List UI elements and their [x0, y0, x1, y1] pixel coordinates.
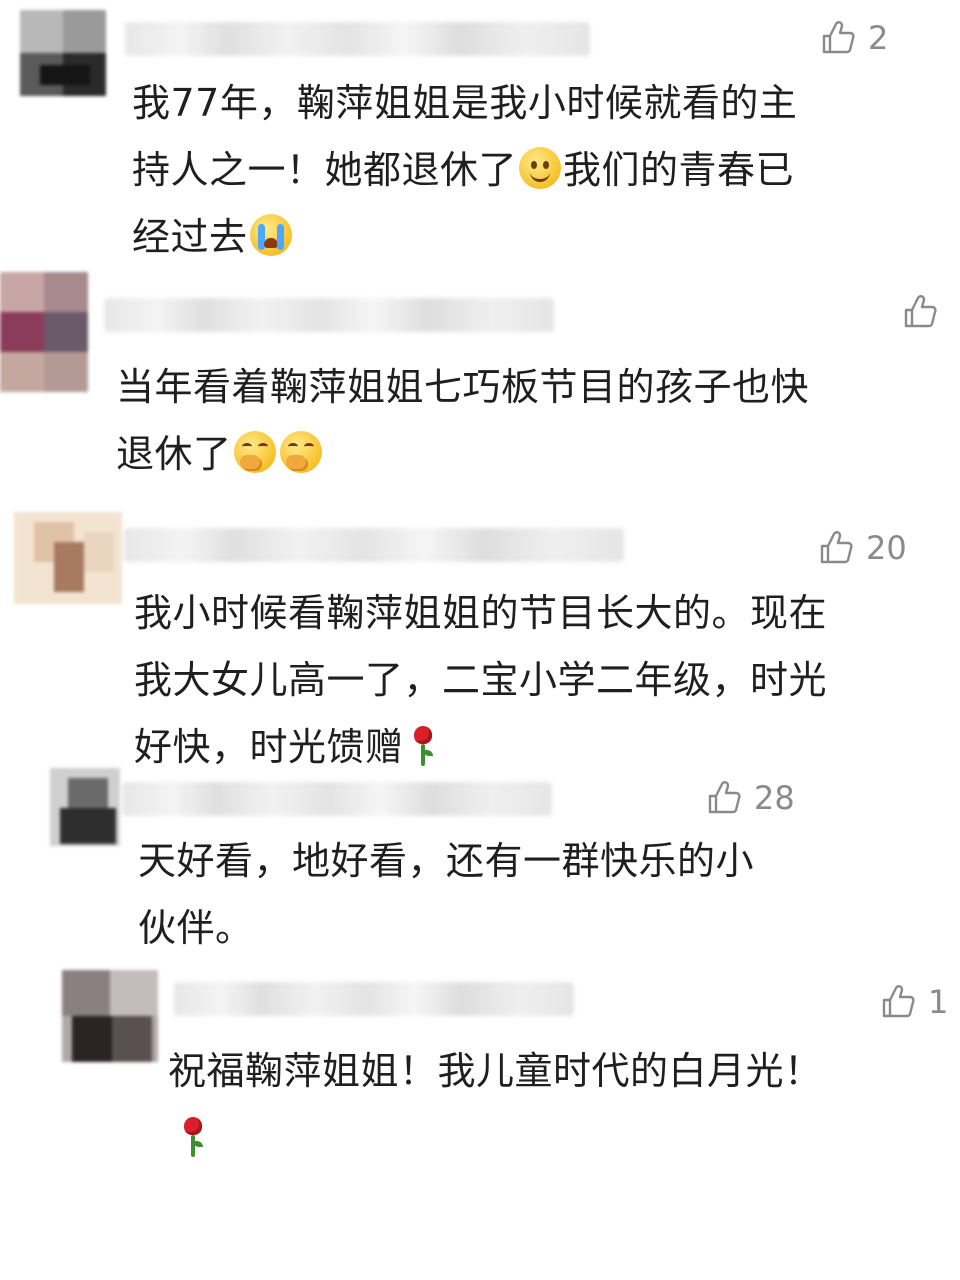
comment-text: 我小时候看鞠萍姐姐的节目长大的。现在 我大女儿高一了，二宝小学二年级，时光 好快… [134, 591, 828, 769]
avatar[interactable] [0, 272, 88, 392]
crying-emoji-icon [249, 214, 292, 256]
username-blurred[interactable] [174, 982, 574, 1016]
thumbs-up-icon [708, 781, 741, 814]
comment-text: 祝福鞠萍姐姐！我儿童时代的白月光！ [168, 1038, 928, 1172]
thumbs-up-icon [904, 295, 937, 328]
thumbs-up-icon [822, 21, 855, 54]
rose-icon [178, 1115, 208, 1159]
like-count: 1 [928, 983, 949, 1021]
avatar[interactable] [20, 10, 106, 96]
username-blurred[interactable] [104, 298, 554, 332]
like-button[interactable]: 28 [704, 778, 795, 818]
avatar[interactable] [62, 970, 158, 1062]
like-button[interactable]: 20 [816, 528, 907, 568]
comment-text: 当年看着鞠萍姐姐七巧板节目的孩子也快 退休了 [116, 365, 810, 476]
username-blurred[interactable] [125, 22, 590, 56]
thinking-emoji-icon [233, 431, 276, 473]
rose-icon [408, 724, 438, 768]
username-blurred[interactable] [122, 782, 552, 816]
avatar[interactable] [50, 768, 120, 846]
like-button[interactable]: 1 [878, 982, 948, 1022]
like-count: 28 [754, 779, 795, 817]
avatar[interactable] [14, 512, 122, 604]
thinking-emoji-icon [279, 431, 322, 473]
like-button[interactable]: 2 [818, 18, 888, 58]
comment-text: 我77年，鞠萍姐姐是我小时候就看的主 持人之一！她都退休了 我们的青春已 经过去 [132, 81, 798, 259]
like-count: 2 [868, 19, 889, 57]
smile-emoji-icon [519, 147, 562, 189]
comment-text: 天好看，地好看，还有一群快乐的小 伙伴。 [138, 839, 755, 950]
thumbs-up-icon [882, 985, 915, 1018]
username-blurred[interactable] [124, 528, 624, 562]
thumbs-up-icon [820, 531, 853, 564]
like-button[interactable] [900, 292, 950, 332]
like-count: 20 [866, 529, 907, 567]
